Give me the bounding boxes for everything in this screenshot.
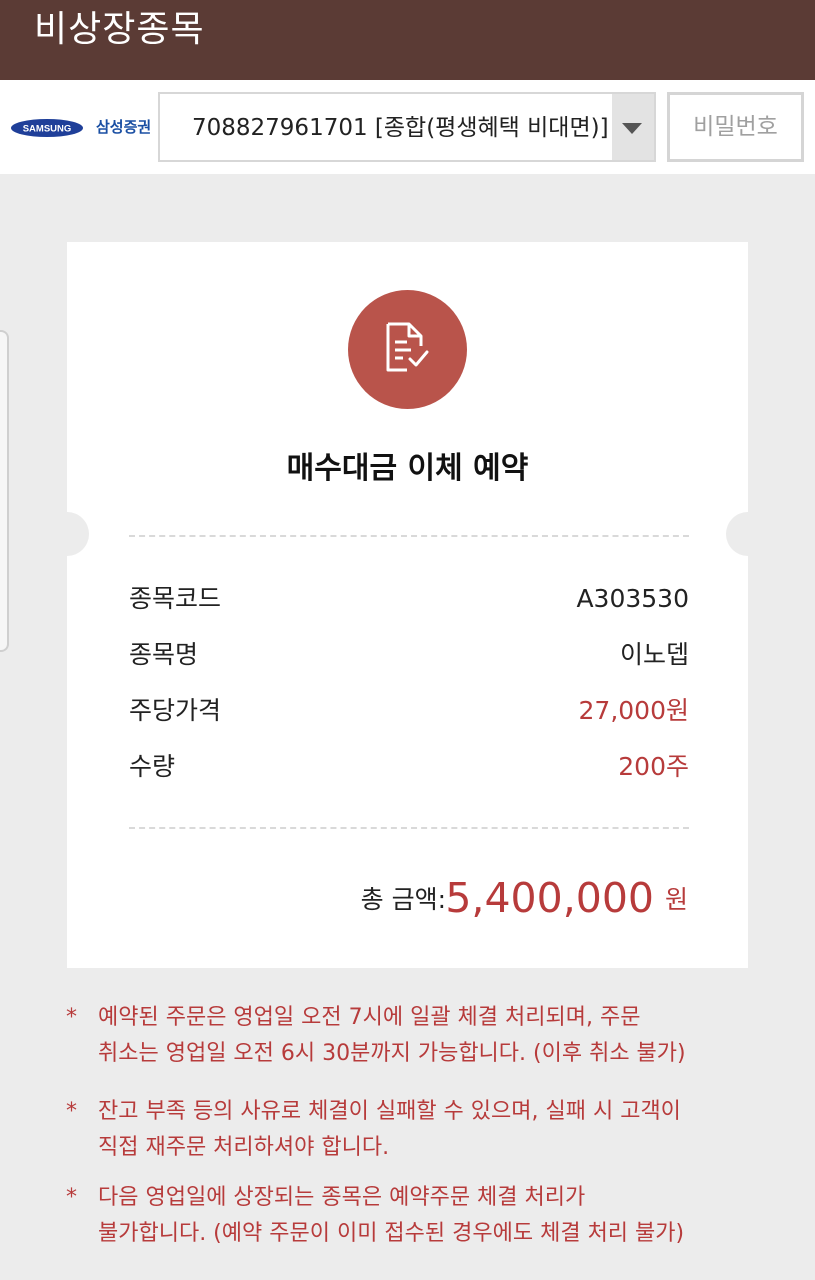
divider (129, 827, 689, 829)
samsung-logo: SAMSUNG (11, 119, 83, 137)
row-label: 종목명 (129, 640, 199, 669)
row-price-per-share: 주당가격 27,000원 (129, 693, 689, 729)
notice-line: 다음 영업일에 상장되는 종목은 예약주문 체결 처리가 (98, 1185, 586, 1210)
row-value: 27,000원 (578, 696, 689, 725)
notice-line: 예약된 주문은 영업일 오전 7시에 일괄 체결 처리되며, 주문 (98, 1005, 641, 1030)
total-unit: 원 (664, 885, 688, 914)
caret-down-icon (622, 123, 642, 134)
row-quantity: 수량 200주 (129, 749, 689, 785)
row-stock-name: 종목명 이노뎁 (129, 637, 689, 673)
row-stock-code: 종목코드 A303530 (129, 581, 689, 617)
row-value: 이노뎁 (619, 640, 689, 669)
app-header: 비상장종목 (0, 0, 815, 80)
card-notch-right (726, 512, 770, 556)
page-title: 비상장종목 (34, 9, 205, 50)
notice-text: 다음 영업일에 상장되는 종목은 예약주문 체결 처리가 불가합니다. (예약 … (98, 1180, 768, 1252)
order-summary-card: 매수대금 이체 예약 종목코드 A303530 종목명 이노뎁 주당가격 27,… (45, 242, 770, 968)
notice-line: 취소는 영업일 오전 6시 30분까지 가능합니다. (이후 취소 불가) (98, 1041, 686, 1066)
select-dropdown-button[interactable] (612, 94, 654, 160)
row-label: 수량 (129, 752, 176, 781)
row-value: A303530 (576, 584, 689, 613)
row-value: 200주 (618, 752, 689, 781)
notice-text: 잔고 부족 등의 사유로 체결이 실패할 수 있으며, 실패 시 고객이 직접 … (98, 1094, 768, 1166)
card-title: 매수대금 이체 예약 (286, 451, 529, 486)
total-label: 총 금액: (360, 885, 446, 914)
account-select[interactable]: 708827961701 [종합(평생혜택 비대면)] (158, 92, 656, 162)
total-amount: 5,400,000 (445, 874, 654, 922)
account-select-value: 708827961701 [종합(평생혜택 비대면)] (192, 115, 609, 141)
document-check-icon (348, 290, 467, 409)
notice-line: 불가합니다. (예약 주문이 이미 접수된 경우에도 체결 처리 불가) (98, 1221, 685, 1246)
notice-bullet: * (66, 1005, 77, 1030)
side-drawer-handle[interactable] (0, 330, 9, 652)
notice-line: 잔고 부족 등의 사유로 체결이 실패할 수 있으며, 실패 시 고객이 (98, 1099, 681, 1124)
row-label: 종목코드 (129, 584, 222, 613)
notice-line: 직접 재주문 처리하셔야 합니다. (98, 1135, 390, 1160)
notice-text: 예약된 주문은 영업일 오전 7시에 일괄 체결 처리되며, 주문 취소는 영업… (98, 1000, 768, 1072)
card-notch-left (45, 512, 89, 556)
brand-name: 삼성증권 (96, 118, 152, 136)
notice-bullet: * (66, 1185, 77, 1210)
row-label: 주당가격 (129, 696, 222, 725)
divider (129, 535, 689, 537)
notice-bullet: * (66, 1099, 77, 1124)
password-input[interactable]: 비밀번호 (667, 92, 804, 162)
samsung-logo-text: SAMSUNG (23, 124, 72, 135)
